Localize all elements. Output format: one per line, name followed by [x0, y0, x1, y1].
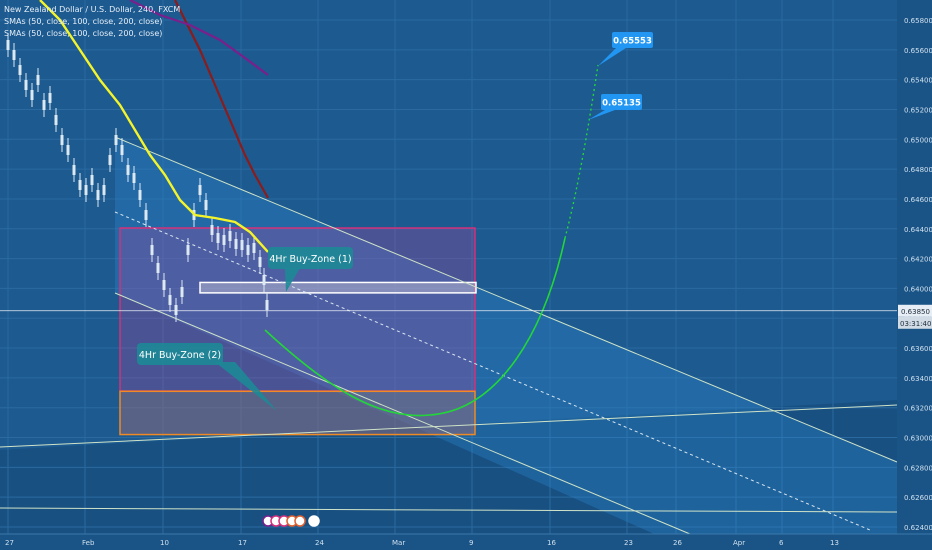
candle-body — [234, 239, 238, 249]
candle-body — [36, 75, 40, 85]
y-tick-label: 0.62400 — [904, 524, 932, 532]
x-tick-label: 6 — [779, 539, 784, 547]
candle-body — [222, 235, 226, 245]
y-tick-label: 0.64000 — [904, 285, 932, 293]
chart-canvas: 0.65553 0.65135 4Hr Buy-Zone (1) 4Hr Buy-Zo… — [0, 0, 932, 550]
candle-body — [72, 165, 76, 175]
chart: 0.65553 0.65135 4Hr Buy-Zone (1) 4Hr Buy-Zo… — [0, 0, 932, 550]
y-tick-label: 0.62800 — [904, 464, 932, 472]
candle-body — [228, 231, 232, 241]
y-tick-label: 0.64200 — [904, 256, 932, 264]
x-tick-label: 16 — [547, 539, 556, 547]
candle-body — [18, 65, 22, 75]
candle-body — [144, 210, 148, 220]
event-icon — [294, 515, 306, 527]
candle-body — [150, 245, 154, 255]
target-label: 0.65553 — [613, 37, 652, 47]
candle-body — [6, 40, 10, 50]
x-tick-label: 27 — [5, 539, 14, 547]
y-tick-label: 0.65600 — [904, 47, 932, 55]
x-tick-label: 9 — [469, 539, 473, 547]
candle-body — [252, 243, 256, 253]
candle-body — [258, 257, 262, 267]
candle-body — [246, 245, 250, 255]
candle-body — [216, 233, 220, 243]
candle-body — [60, 135, 64, 145]
candle-body — [174, 305, 178, 315]
x-tick-label: 23 — [624, 539, 633, 547]
candle-body — [90, 175, 94, 185]
y-tick-label: 0.64800 — [904, 166, 932, 174]
x-tick-label: 13 — [830, 539, 839, 547]
candle-body — [66, 145, 70, 155]
x-tick-label: 24 — [315, 539, 324, 547]
candle-body — [240, 240, 244, 250]
candle-body — [84, 185, 88, 195]
candle-body — [78, 180, 82, 190]
y-tick-label: 0.63000 — [904, 435, 932, 443]
zone-1-label: 4Hr Buy-Zone (1) — [269, 254, 351, 265]
x-tick-label: Mar — [392, 539, 405, 547]
x-tick-label: Feb — [82, 539, 95, 547]
zone-2-label: 4Hr Buy-Zone (2) — [139, 350, 221, 361]
y-tick-label: 0.64400 — [904, 226, 932, 234]
candle-body — [48, 93, 52, 103]
candle-body — [24, 80, 28, 90]
y-tick-label: 0.62600 — [904, 494, 932, 502]
candle-body — [96, 190, 100, 200]
indicator-label-2: SMAs (50, close, 100, close, 200, close) — [4, 29, 163, 38]
countdown-label: 03:31:40 — [900, 320, 931, 328]
candle-body — [138, 190, 142, 200]
x-tick-label: 26 — [673, 539, 682, 547]
candle-body — [156, 263, 160, 273]
y-tick-label: 0.63200 — [904, 405, 932, 413]
candle-body — [132, 173, 136, 183]
legend: New Zealand Dollar / U.S. Dollar, 240, F… — [4, 4, 180, 40]
event-icon — [308, 515, 320, 527]
candle-body — [54, 115, 58, 125]
y-tick-label: 0.63400 — [904, 375, 932, 383]
x-tick-label: Apr — [733, 539, 745, 547]
x-tick-label: 10 — [160, 539, 169, 547]
candle-body — [198, 185, 202, 195]
candle-body — [114, 135, 118, 145]
candle-body — [126, 165, 130, 175]
candle-body — [186, 245, 190, 255]
candle-body — [265, 300, 269, 310]
price-label: 0.63850 — [901, 308, 930, 316]
buy-zone-2-box — [120, 391, 475, 435]
buy-zone-1-box — [200, 282, 476, 293]
y-tick-label: 0.63600 — [904, 345, 932, 353]
candle-body — [210, 225, 214, 235]
candle-body — [168, 295, 172, 305]
x-tick-label: 17 — [238, 539, 247, 547]
candle-body — [12, 50, 16, 60]
candle-body — [120, 145, 124, 155]
y-tick-label: 0.65400 — [904, 77, 932, 85]
y-tick-label: 0.65800 — [904, 17, 932, 25]
candle-body — [108, 155, 112, 165]
chart-title: New Zealand Dollar / U.S. Dollar, 240, F… — [4, 5, 181, 14]
candle-body — [102, 185, 106, 195]
y-tick-label: 0.65000 — [904, 136, 932, 144]
target-label: 0.65135 — [602, 99, 641, 109]
y-tick-label: 0.64600 — [904, 196, 932, 204]
candle-body — [162, 280, 166, 290]
candle-body — [42, 100, 46, 110]
time-axis — [0, 534, 932, 550]
candle-body — [30, 90, 34, 100]
candle-body — [262, 275, 266, 285]
y-tick-label: 0.65200 — [904, 106, 932, 114]
candle-body — [204, 200, 208, 210]
indicator-label-1: SMAs (50, close, 100, close, 200, close) — [4, 17, 163, 26]
candle-body — [180, 287, 184, 297]
